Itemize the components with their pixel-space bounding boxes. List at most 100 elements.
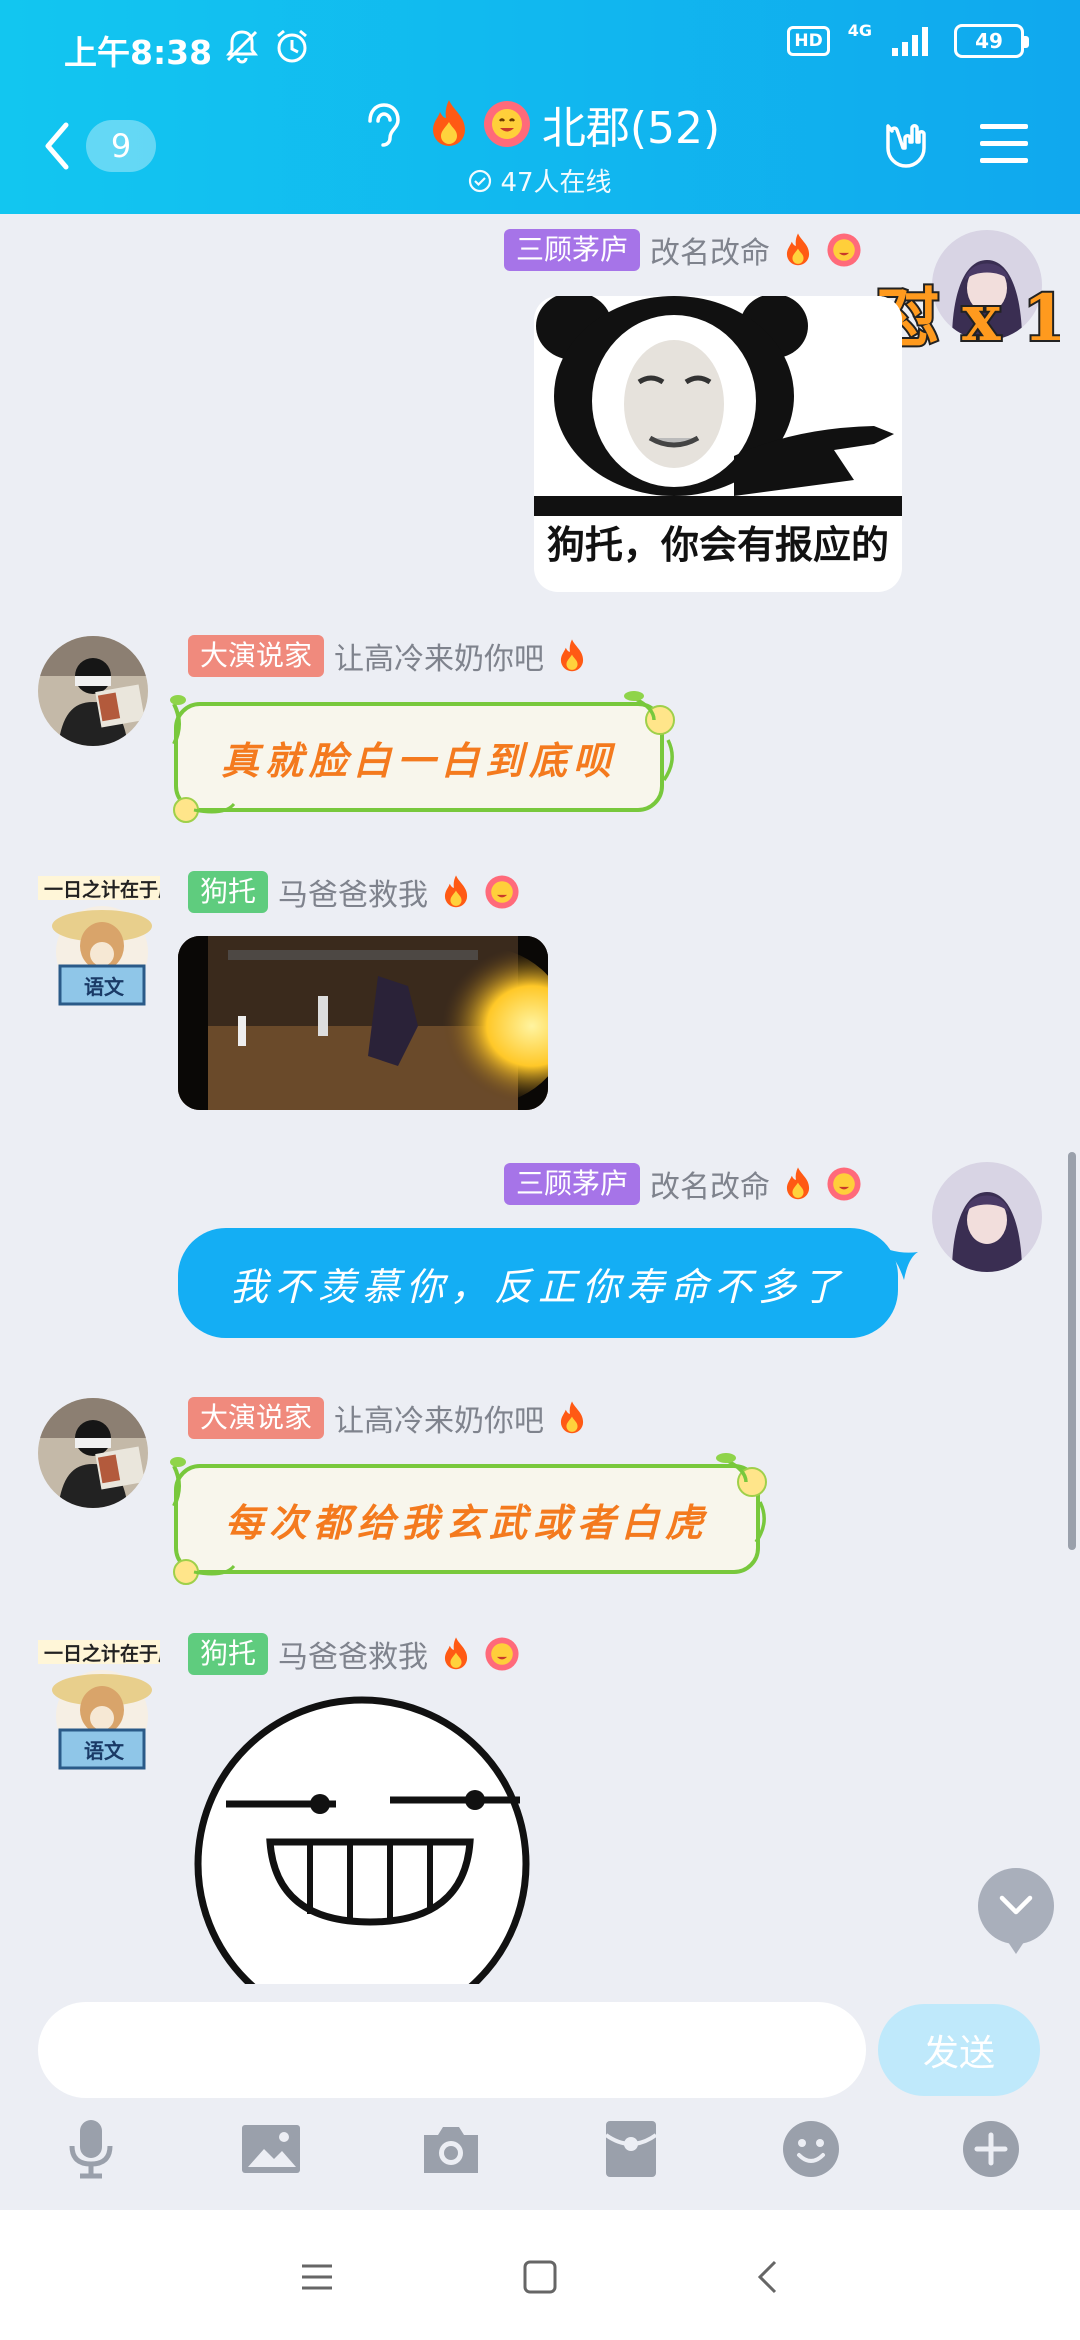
member-title-badge: 狗托 (188, 1633, 269, 1675)
game-video-thumbnail (178, 936, 548, 1110)
signal-icon (892, 27, 928, 56)
scrollbar[interactable] (1068, 1152, 1076, 1550)
hand-gesture-icon[interactable] (876, 114, 936, 174)
grin-face-sticker[interactable] (190, 1694, 540, 1984)
camera-icon (424, 2127, 478, 2173)
fire-icon (444, 1637, 468, 1670)
status-right: HD 4G 49 (787, 21, 1029, 58)
menu-icon[interactable] (974, 114, 1034, 174)
fire-icon (432, 100, 465, 146)
title-area[interactable]: 北郡(52) 47人在线 (270, 92, 810, 199)
recent-apps-button[interactable] (290, 2250, 344, 2304)
fire-icon (560, 639, 584, 672)
chevron-down-icon (999, 1895, 1033, 1915)
menu-lines-icon (302, 2264, 332, 2290)
member-title-badge: 大演说家 (188, 1397, 325, 1439)
flower-emoji-icon (485, 875, 519, 909)
sender-name: 马爸爸救我 (278, 1640, 429, 1675)
panda-sticker[interactable]: 狗托，你会有报应的 (534, 296, 902, 592)
sender-meta: 狗托 马爸爸救我 (188, 1632, 520, 1676)
alarm-icon (277, 29, 307, 63)
sender-name: 改名改命 (650, 236, 771, 271)
hd-badge: HD (787, 26, 830, 56)
emoji-button[interactable] (776, 2114, 846, 2184)
avatar[interactable]: 一日之计在于晨 语文 (38, 1632, 160, 1772)
sender-meta: 三顾茅庐 改名改命 (504, 1162, 862, 1206)
back-button[interactable]: 9 (42, 118, 162, 174)
avatar[interactable] (38, 636, 148, 746)
unread-count: 9 (86, 120, 156, 172)
flower-emoji-icon (827, 1167, 861, 1201)
sender-meta: 狗托 马爸爸救我 (188, 870, 520, 914)
image-icon (242, 2125, 300, 2173)
send-button[interactable]: 发送 (878, 2004, 1040, 2096)
voice-button[interactable] (56, 2114, 126, 2184)
svg-text:一日之计在于晨: 一日之计在于晨 (44, 878, 160, 901)
flower-emoji-icon (827, 233, 861, 267)
reader-avatar (38, 636, 148, 746)
avatar[interactable]: 一日之计在于晨 语文 (38, 868, 160, 1008)
status-bar: 上午8:38 HD 4G 49 (0, 0, 1080, 90)
input-bar: 发送 (0, 1984, 1080, 2210)
title-effect-text: 怼 x 1 (876, 281, 1060, 356)
home-button[interactable] (513, 2250, 567, 2304)
message-text: 我不羡慕你，反正你寿命不多了 (229, 1264, 846, 1309)
battery-icon: 49 (954, 24, 1029, 58)
online-status: 47人在线 (270, 162, 810, 199)
svg-text:语文: 语文 (84, 975, 125, 999)
text-bubble[interactable]: 我不羡慕你，反正你寿命不多了 (178, 1228, 898, 1338)
bubble-tail (890, 1250, 918, 1280)
fire-icon (786, 1167, 810, 1200)
mic-icon (69, 2120, 113, 2179)
flower-emoji-icon (483, 101, 530, 147)
message-list[interactable]: 三顾茅庐 改名改命 怼 x 1 狗托，你会有报应的 大演说家 让高冷来奶你吧 真… (0, 214, 1080, 1984)
dog-reading-avatar: 一日之计在于晨 语文 (38, 1640, 160, 1770)
more-button[interactable] (956, 2114, 1026, 2184)
dog-reading-avatar: 一日之计在于晨 语文 (38, 876, 160, 1006)
sender-name: 让高冷来奶你吧 (334, 1404, 545, 1439)
fire-icon (786, 233, 810, 266)
sender-name: 马爸爸救我 (278, 878, 429, 913)
sender-meta: 大演说家 让高冷来奶你吧 (188, 634, 590, 678)
emoji-icon (783, 2121, 839, 2177)
battery-level: 49 (975, 29, 1003, 53)
fire-icon (560, 1401, 584, 1434)
member-title-badge: 三顾茅庐 (504, 229, 641, 271)
scroll-to-bottom-button[interactable] (978, 1868, 1054, 1954)
check-circle-icon (469, 169, 492, 192)
reader-avatar (38, 1398, 148, 1508)
nav-back-button[interactable] (740, 2250, 794, 2304)
chat-header: 上午8:38 HD 4G 49 9 北郡(52) 47人在线 (0, 0, 1080, 214)
red-packet-button[interactable] (596, 2114, 666, 2184)
member-title-badge: 三顾茅庐 (504, 1163, 641, 1205)
message-input[interactable] (38, 2002, 866, 2098)
status-time: 上午8:38 (64, 33, 213, 72)
image-button[interactable] (236, 2114, 306, 2184)
group-title: 北郡(52) (541, 103, 721, 154)
network-type: 4G (847, 21, 872, 40)
red-packet-icon (604, 2121, 658, 2177)
system-nav-bar (0, 2210, 1080, 2340)
member-title-badge: 狗托 (188, 871, 269, 913)
member-title-badge: 大演说家 (188, 635, 325, 677)
camera-button[interactable] (416, 2114, 486, 2184)
chevron-left-icon (757, 2260, 777, 2294)
sender-meta: 大演说家 让高冷来奶你吧 (188, 1396, 590, 1440)
anime-girl-avatar (932, 1162, 1042, 1272)
sticker-caption: 狗托，你会有报应的 (546, 523, 889, 567)
mute-icon (226, 30, 258, 64)
plus-icon (963, 2121, 1019, 2177)
sender-name: 让高冷来奶你吧 (334, 642, 545, 677)
fire-icon (444, 875, 468, 908)
vine-decoration (170, 691, 675, 823)
sender-name: 改名改命 (650, 1170, 771, 1205)
ear-icon (368, 103, 400, 147)
sender-meta: 三顾茅庐 改名改命 (504, 228, 862, 272)
avatar[interactable] (38, 1398, 148, 1508)
avatar[interactable] (932, 1162, 1042, 1272)
video-message[interactable] (178, 936, 548, 1110)
svg-text:语文: 语文 (84, 1739, 125, 1763)
flower-emoji-icon (485, 1637, 519, 1671)
online-count: 47人在线 (500, 168, 612, 198)
svg-text:一日之计在于晨: 一日之计在于晨 (44, 1642, 160, 1665)
